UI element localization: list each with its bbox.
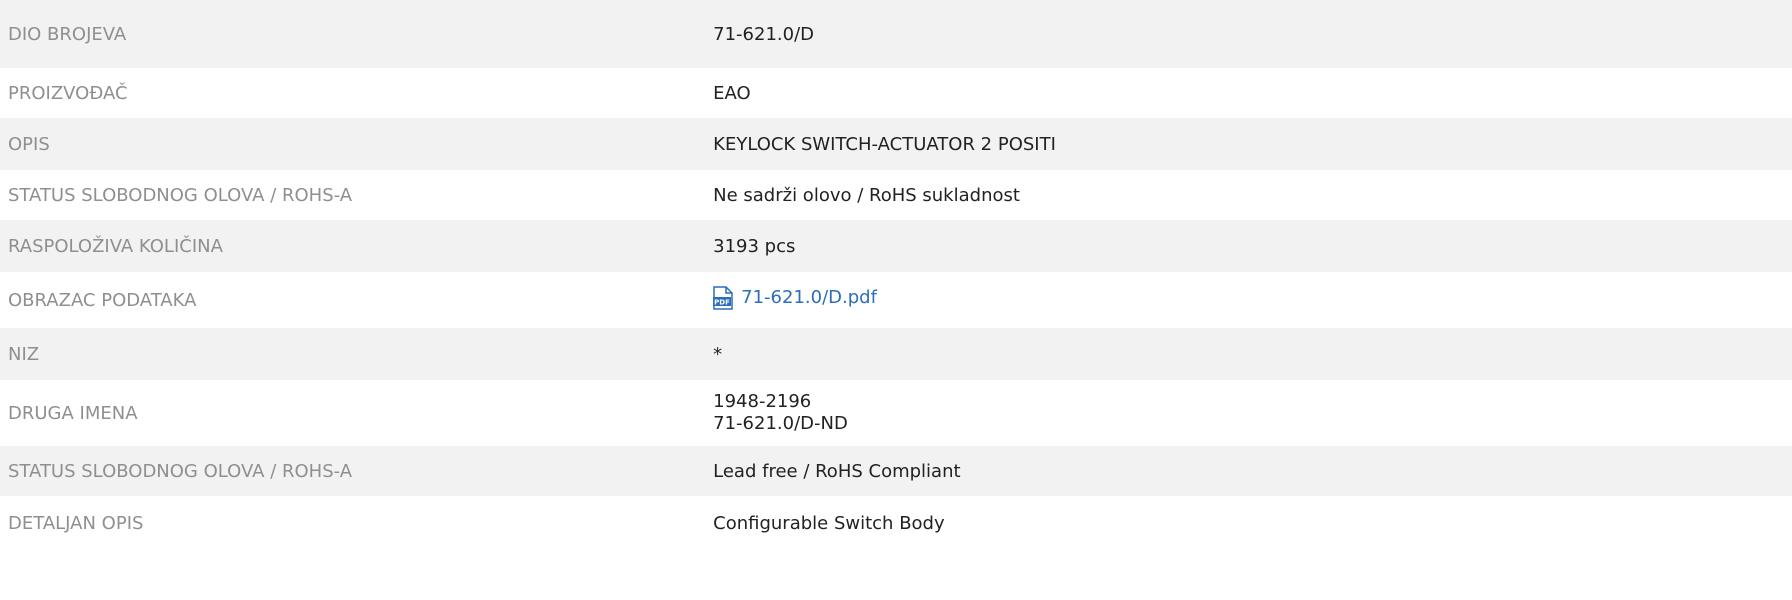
other-name-value: 1948-2196 [713,391,812,412]
spec-label: STATUS SLOBODNOG OLOVA / ROHS-A [0,170,706,220]
spec-label: DETALJAN OPIS [0,496,706,550]
svg-text:PDF: PDF [714,298,730,306]
spec-label: DIO BROJEVA [0,0,706,68]
spec-row-detailed-description: DETALJAN OPIS Configurable Switch Body [0,496,1792,550]
spec-row-rohs-status-en: STATUS SLOBODNOG OLOVA / ROHS-A Lead fre… [0,446,1792,496]
spec-row-part-number: DIO BROJEVA 71-621.0/D [0,0,1792,68]
product-spec-table: DIO BROJEVA 71-621.0/D PROIZVOĐAČ EAO OP… [0,0,1792,550]
spec-row-manufacturer: PROIZVOĐAČ EAO [0,68,1792,118]
spec-row-other-names: DRUGA IMENA 1948-2196 71-621.0/D-ND [0,380,1792,446]
part-number-value: 71-621.0/D [705,0,1792,68]
spec-label: OBRAZAC PODATAKA [0,272,706,328]
spec-row-datasheet: OBRAZAC PODATAKA PDF 71-621.0/D.pdf [0,272,1792,328]
quantity-value: 3193 pcs [705,220,1792,272]
spec-row-series: NIZ * [0,328,1792,380]
spec-row-quantity: RASPOLOŽIVA KOLIČINA 3193 pcs [0,220,1792,272]
detailed-description-value: Configurable Switch Body [705,496,1792,550]
spec-label: OPIS [0,118,706,170]
spec-label: PROIZVOĐAČ [0,68,706,118]
series-value: * [705,328,1792,380]
spec-label: STATUS SLOBODNOG OLOVA / ROHS-A [0,446,706,496]
spec-row-rohs-status: STATUS SLOBODNOG OLOVA / ROHS-A Ne sadrž… [0,170,1792,220]
rohs-status-value: Ne sadrži olovo / RoHS sukladnost [705,170,1792,220]
manufacturer-value: EAO [705,68,1792,118]
datasheet-cell: PDF 71-621.0/D.pdf [705,272,1792,328]
other-name-value: 71-621.0/D-ND [713,413,848,434]
rohs-status-value: Lead free / RoHS Compliant [705,446,1792,496]
pdf-file-icon: PDF [713,285,733,310]
datasheet-link-label[interactable]: 71-621.0/D.pdf [741,287,877,308]
spec-label: NIZ [0,328,706,380]
spec-row-description: OPIS KEYLOCK SWITCH-ACTUATOR 2 POSITI [0,118,1792,170]
description-value: KEYLOCK SWITCH-ACTUATOR 2 POSITI [705,118,1792,170]
spec-label: DRUGA IMENA [0,380,706,446]
other-names-cell: 1948-2196 71-621.0/D-ND [705,380,1792,446]
datasheet-link[interactable]: PDF 71-621.0/D.pdf [713,285,877,310]
spec-label: RASPOLOŽIVA KOLIČINA [0,220,706,272]
